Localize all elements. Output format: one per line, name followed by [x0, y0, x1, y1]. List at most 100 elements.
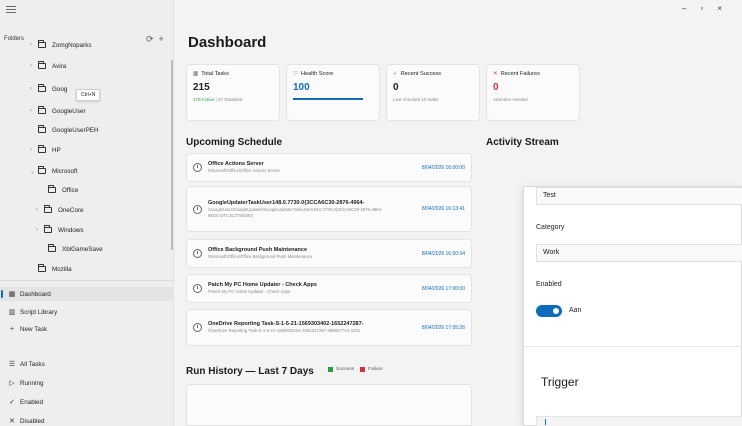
- sidebar-scrollbar[interactable]: [171, 60, 173, 250]
- tree-item-microsoft[interactable]: ⌄ Microsoft: [30, 165, 78, 177]
- category-field[interactable]: Work: [536, 244, 742, 262]
- nav-script-library[interactable]: ▥ Script Library: [0, 305, 174, 319]
- tree-item-label: GoogleUser: [52, 107, 86, 115]
- task-path: \GoogleUser\GoogleUpdater\GoogleUpdaterT…: [208, 207, 383, 218]
- tree-item-label: Microsoft: [52, 167, 78, 175]
- schedule-item[interactable]: OneDrive Reporting Task-S-1-5-21-1569303…: [186, 309, 472, 346]
- chevron-right-icon[interactable]: ›: [30, 63, 38, 69]
- recent-success-card: ✓ Recent Success 0 Last checked 10 tasks: [386, 64, 480, 121]
- task-next-run: 8/04/2026 16:50:34: [421, 250, 465, 257]
- separator: |: [215, 97, 217, 102]
- close-button[interactable]: ×: [717, 4, 736, 13]
- legend-failure-label: Failure: [368, 367, 383, 372]
- task-name-field[interactable]: Test: [536, 187, 742, 205]
- folder-icon: [48, 185, 56, 193]
- enabled-toggle[interactable]: [536, 305, 562, 317]
- nav-label: Disabled: [20, 417, 45, 425]
- enabled-label: Enabled: [536, 281, 562, 288]
- schedule-item[interactable]: Office Actions Server \Microsoft\Office\…: [186, 153, 472, 182]
- tree-item-office[interactable]: Office: [40, 184, 78, 196]
- run-history-legend: Success Failure: [328, 367, 383, 372]
- task-path: \Patch My PC Home Updater - Check Apps: [208, 289, 291, 295]
- clock-icon: [193, 284, 202, 293]
- task-next-run: 8/04/2026 17:05:26: [421, 324, 465, 331]
- chevron-right-icon[interactable]: ›: [30, 42, 38, 48]
- sidebar: Folders ⟳+ › ZomgNoparks › Avira › Goog …: [0, 0, 174, 426]
- tree-item-onecore[interactable]: › OneCore: [36, 204, 84, 216]
- tree-item-googleuserpeh[interactable]: GoogleUserPEH: [30, 124, 99, 136]
- chevron-right-icon[interactable]: ›: [36, 207, 44, 213]
- run-history-title: Run History — Last 7 Days: [186, 366, 314, 377]
- nav-running[interactable]: ▷ Running: [0, 376, 174, 390]
- tree-item-zomgnoparks[interactable]: › ZomgNoparks: [30, 39, 92, 51]
- card-title-text: Recent Success: [400, 71, 442, 77]
- task-next-run: 8/04/2026 16:00:00: [421, 164, 465, 171]
- task-name: GoogleUpdaterTaskUser148.0.7730.0{3CCA6C…: [208, 200, 365, 207]
- card-title-text: Total Tasks: [201, 71, 229, 77]
- chevron-right-icon[interactable]: ›: [36, 227, 44, 233]
- page-title: Dashboard: [188, 34, 267, 51]
- enabled-state-text: Aan: [569, 307, 582, 314]
- add-folder-icon[interactable]: +: [159, 34, 169, 44]
- nav-disabled[interactable]: ✕ Disabled: [0, 414, 174, 426]
- activity-stream-title: Activity Stream: [486, 137, 559, 148]
- nav-all-tasks[interactable]: ☰ All Tasks: [0, 357, 174, 371]
- tree-item-avira[interactable]: › Avira: [30, 60, 66, 72]
- nav-enabled[interactable]: ✓ Enabled: [0, 395, 174, 409]
- health-score-bar: [293, 98, 363, 100]
- tree-item-xblgamesave[interactable]: XblGameSave: [40, 243, 103, 255]
- folder-icon: [48, 244, 56, 252]
- chevron-down-icon[interactable]: ⌄: [30, 168, 38, 175]
- nav-new-task[interactable]: + New Task: [0, 322, 174, 336]
- folder-icon: [38, 145, 46, 153]
- tree-item-windows[interactable]: › Windows: [36, 224, 84, 236]
- chevron-right-icon[interactable]: ›: [30, 86, 38, 92]
- tree-item-label: GoogleUserPEH: [52, 126, 99, 134]
- card-title: ✓ Recent Success: [393, 71, 473, 77]
- folder-icon: [38, 40, 46, 48]
- dashboard-icon: ▦: [8, 291, 16, 298]
- maximize-button[interactable]: ▫: [700, 4, 717, 13]
- folder-icon: [38, 106, 46, 114]
- chevron-right-icon[interactable]: ›: [30, 108, 38, 114]
- tree-item-label: Mozilla: [52, 265, 72, 273]
- schedule-item[interactable]: Office Background Push Maintenance \Micr…: [186, 239, 472, 268]
- folders-label: Folders: [4, 36, 25, 42]
- folder-icon: [44, 225, 52, 233]
- disabled-count: 37 Disabled: [217, 97, 243, 102]
- plus-icon: +: [9, 325, 15, 333]
- nav-label: Dashboard: [20, 290, 51, 298]
- schedule-item[interactable]: Patch My PC Home Updater - Check Apps \P…: [186, 274, 472, 303]
- task-name: Office Actions Server: [208, 161, 264, 168]
- window-controls: –▫×: [682, 4, 736, 13]
- total-tasks-breakdown: 178 Active | 37 Disabled: [193, 97, 273, 102]
- recent-failures-sub: Attention needed: [493, 97, 528, 102]
- recent-success-sub: Last checked 10 tasks: [393, 97, 439, 102]
- play-icon: ▷: [9, 380, 15, 387]
- tree-item-goog[interactable]: › Goog: [30, 83, 67, 95]
- task-name: OneDrive Reporting Task-S-1-5-21-1569303…: [208, 321, 364, 328]
- trigger-field[interactable]: [536, 416, 742, 426]
- chevron-right-icon[interactable]: ›: [30, 147, 38, 153]
- x-icon: ✕: [9, 418, 15, 425]
- hamburger-menu-icon[interactable]: [6, 6, 16, 14]
- tree-item-label: Goog: [52, 85, 68, 93]
- schedule-item-body: Office Actions Server \Microsoft\Office\…: [208, 161, 387, 173]
- tree-item-label: Avira: [52, 62, 67, 70]
- tree-item-label: XblGameSave: [62, 245, 103, 253]
- task-path: \Microsoft\Office\Office Actions Server: [208, 168, 281, 174]
- dialog-divider: [524, 346, 742, 347]
- folder-icon: [38, 166, 46, 174]
- check-icon: ✓: [393, 71, 398, 77]
- minimize-button[interactable]: –: [682, 4, 700, 13]
- card-title: ♡ Health Score: [293, 71, 373, 77]
- tree-item-mozilla[interactable]: Mozilla: [30, 263, 72, 275]
- tree-item-hp[interactable]: › HP: [30, 144, 61, 156]
- tree-item-googleuser[interactable]: › GoogleUser: [30, 105, 86, 117]
- tasks-icon: ▥: [193, 71, 199, 77]
- tree-item-label: Office: [62, 186, 79, 194]
- nav-dashboard[interactable]: ▦ Dashboard: [0, 287, 174, 301]
- schedule-item[interactable]: GoogleUpdaterTaskUser148.0.7730.0{3CCA6C…: [186, 186, 472, 232]
- active-count: 178 Active: [193, 97, 215, 102]
- refresh-icon[interactable]: ⟳: [146, 34, 159, 44]
